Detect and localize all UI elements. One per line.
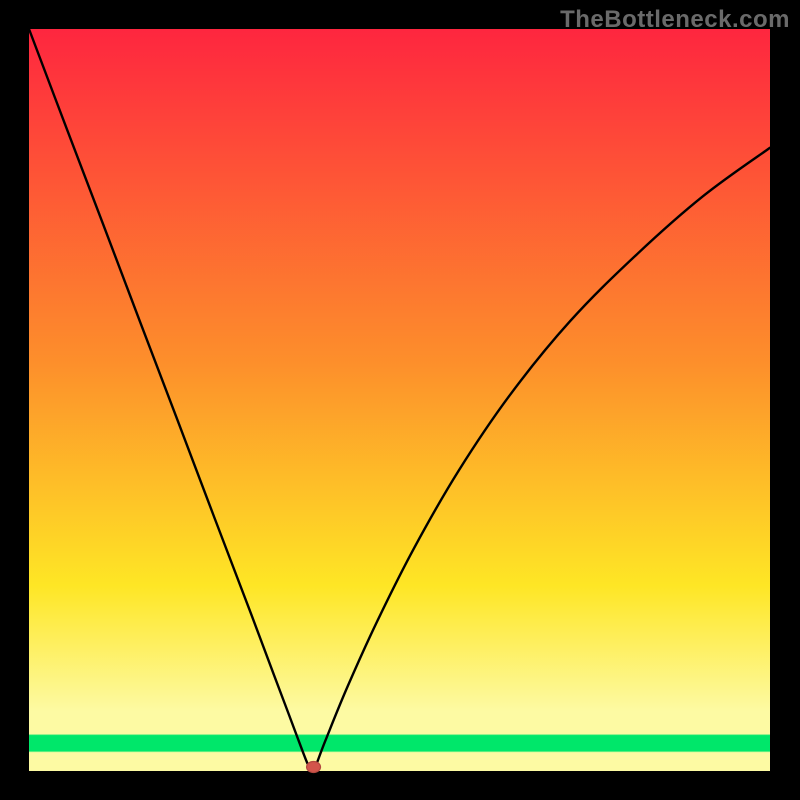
minimum-marker [307,762,321,773]
bottleneck-chart [0,0,800,800]
watermark-text: TheBottleneck.com [560,6,790,34]
plot-area [29,29,770,771]
chart-stage: TheBottleneck.com [0,0,800,800]
